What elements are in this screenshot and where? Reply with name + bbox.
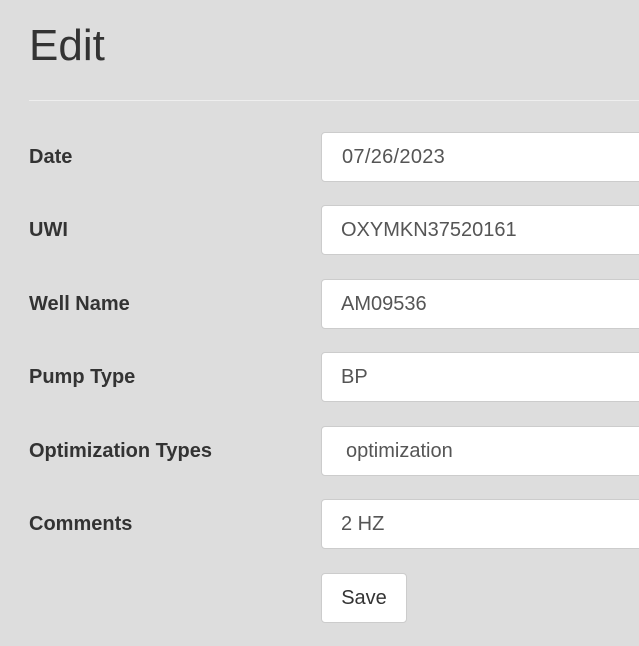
uwi-input[interactable]: OXYMKN37520161 xyxy=(321,205,639,255)
form-row-optimization-types: Optimization Types optimization xyxy=(0,426,639,476)
edit-page: Edit Date 07/26/2023 UWI OXYMKN37520161 … xyxy=(0,0,639,646)
pump-type-input[interactable]: BP xyxy=(321,352,639,402)
date-input[interactable]: 07/26/2023 xyxy=(321,132,639,182)
pump-type-label: Pump Type xyxy=(29,366,136,388)
form-row-well-name: Well Name AM09536 xyxy=(0,279,639,329)
uwi-label: UWI xyxy=(29,219,68,241)
page-title: Edit xyxy=(29,21,105,70)
comments-input[interactable]: 2 HZ xyxy=(321,499,639,549)
optimization-types-select[interactable]: optimization xyxy=(321,426,639,476)
form-row-date: Date 07/26/2023 xyxy=(0,132,639,182)
optimization-types-label: Optimization Types xyxy=(29,440,212,462)
title-divider xyxy=(29,100,639,101)
well-name-input[interactable]: AM09536 xyxy=(321,279,639,329)
form-row-pump-type: Pump Type BP xyxy=(0,352,639,402)
comments-label: Comments xyxy=(29,513,133,535)
save-button[interactable]: Save xyxy=(321,573,407,623)
well-name-label: Well Name xyxy=(29,293,130,315)
form-row-uwi: UWI OXYMKN37520161 xyxy=(0,205,639,255)
form-row-comments: Comments 2 HZ xyxy=(0,499,639,549)
date-label: Date xyxy=(29,146,73,168)
